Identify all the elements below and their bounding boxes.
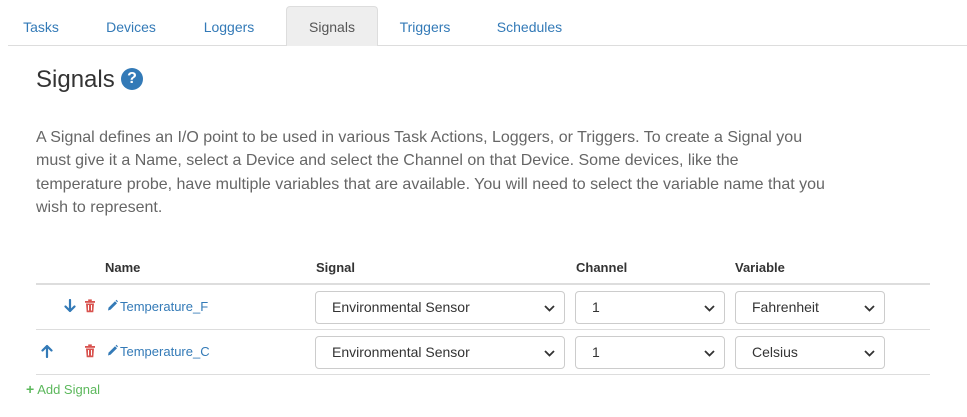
signal-select-value: Environmental Sensor — [332, 299, 470, 315]
chevron-down-icon — [704, 305, 715, 312]
chevron-down-icon — [864, 350, 875, 357]
signal-name-link[interactable]: Temperature_F — [120, 299, 208, 314]
signals-table: Name Signal Channel Variable Temperature… — [36, 258, 930, 375]
help-icon[interactable]: ? — [121, 68, 143, 90]
signal-name-link[interactable]: Temperature_C — [120, 344, 210, 359]
variable-select[interactable]: Fahrenheit — [735, 291, 885, 324]
table-row: Temperature_F Environmental Sensor 1 Fah… — [36, 285, 930, 330]
tab-loggers[interactable]: Loggers — [188, 6, 270, 46]
pencil-icon[interactable] — [106, 343, 118, 357]
signal-select[interactable]: Environmental Sensor — [315, 336, 565, 369]
tab-tasks[interactable]: Tasks — [8, 6, 74, 46]
tab-signals[interactable]: Signals — [286, 6, 378, 47]
tab-triggers[interactable]: Triggers — [384, 6, 466, 46]
table-row: Temperature_C Environmental Sensor 1 Cel… — [36, 330, 930, 375]
chevron-down-icon — [544, 305, 555, 312]
trash-icon[interactable] — [84, 344, 96, 358]
plus-icon: + — [26, 381, 35, 397]
chevron-down-icon — [864, 305, 875, 312]
add-signal-button[interactable]: + Add Signal — [26, 381, 100, 397]
variable-select-value: Celsius — [752, 344, 798, 360]
variable-select-value: Fahrenheit — [752, 299, 819, 315]
signal-select-value: Environmental Sensor — [332, 344, 470, 360]
arrow-up-icon[interactable] — [41, 344, 53, 358]
header-signal: Signal — [316, 260, 356, 275]
header-channel: Channel — [576, 260, 628, 275]
table-header: Name Signal Channel Variable — [36, 258, 930, 285]
chevron-down-icon — [704, 350, 715, 357]
channel-select-value: 1 — [592, 299, 600, 315]
header-name: Name — [105, 260, 141, 275]
variable-select[interactable]: Celsius — [735, 336, 885, 369]
page-title: Signals — [36, 66, 115, 93]
channel-select-value: 1 — [592, 344, 600, 360]
header-variable: Variable — [735, 260, 785, 275]
tab-devices[interactable]: Devices — [90, 6, 172, 46]
channel-select[interactable]: 1 — [575, 336, 725, 369]
signals-panel: Signals ? A Signal defines an I/O point … — [22, 46, 945, 417]
channel-select[interactable]: 1 — [575, 291, 725, 324]
page-description: A Signal defines an I/O point to be used… — [36, 129, 825, 216]
tab-schedules[interactable]: Schedules — [482, 6, 577, 46]
signal-select[interactable]: Environmental Sensor — [315, 291, 565, 324]
trash-icon[interactable] — [84, 299, 96, 313]
add-signal-label: Add Signal — [37, 382, 101, 397]
chevron-down-icon — [544, 350, 555, 357]
pencil-icon[interactable] — [106, 298, 118, 312]
nav-tabs: Tasks Devices Loggers Signals Triggers S… — [8, 6, 967, 47]
arrow-down-icon[interactable] — [64, 299, 76, 313]
